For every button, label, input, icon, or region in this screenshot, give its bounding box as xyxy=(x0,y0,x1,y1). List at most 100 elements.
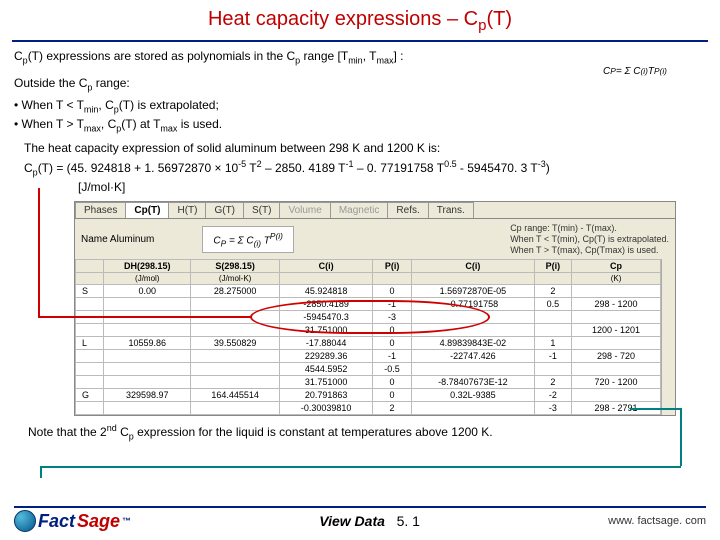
cell xyxy=(571,285,661,298)
cell: 0 xyxy=(373,376,411,389)
range-note: Cp range: T(min) - T(max).When T < T(min… xyxy=(510,223,669,255)
cell xyxy=(104,298,191,311)
cell: -3 xyxy=(534,402,571,415)
globe-icon xyxy=(14,510,36,532)
example-line-1: The heat capacity expression of solid al… xyxy=(24,140,706,156)
cell xyxy=(104,311,191,324)
col-header: P(i) xyxy=(534,260,571,273)
example-block: The heat capacity expression of solid al… xyxy=(24,140,706,195)
col-header: (K) xyxy=(571,273,661,285)
col-header xyxy=(279,273,372,285)
col-header: Cp xyxy=(571,260,661,273)
col-header xyxy=(373,273,411,285)
cell: -1 xyxy=(373,298,411,311)
cell: 1200 - 1201 xyxy=(571,324,661,337)
cell: 4.89839843E-02 xyxy=(411,337,534,350)
cell: 720 - 1200 xyxy=(571,376,661,389)
table-row: S0.0028.27500045.92481801.56972870E-052 xyxy=(76,285,661,298)
cell: -5945470.3 xyxy=(279,311,372,324)
col-header: C(i) xyxy=(411,260,534,273)
col-header xyxy=(534,273,571,285)
cell: 229289.36 xyxy=(279,350,372,363)
cell: 0 xyxy=(373,337,411,350)
table-row: -2850.4189-1-0.771917580.5298 - 1200 xyxy=(76,298,661,311)
cell xyxy=(76,402,104,415)
cell xyxy=(411,402,534,415)
table-row: -0.300398102 -3298 - 2791 xyxy=(76,402,661,415)
cell: 2 xyxy=(534,376,571,389)
cell xyxy=(191,376,280,389)
teal-line-3 xyxy=(40,466,681,468)
cell xyxy=(191,324,280,337)
footer-url: www. factsage. com xyxy=(608,515,706,527)
tab-st[interactable]: S(T) xyxy=(243,202,280,218)
bullet-t-greater-tmax: • When T > Tmax, Cp(T) at Tmax is used. xyxy=(14,116,706,135)
cell xyxy=(411,311,534,324)
tab-magnetic[interactable]: Magnetic xyxy=(330,202,389,218)
scrollbar-stub[interactable] xyxy=(661,259,675,415)
cell xyxy=(411,324,534,337)
cell: 164.445514 xyxy=(191,389,280,402)
table-row: 31.7510000 1200 - 1201 xyxy=(76,324,661,337)
cell: 0 xyxy=(373,285,411,298)
tab-volume[interactable]: Volume xyxy=(279,202,330,218)
cell: 1.56972870E-05 xyxy=(411,285,534,298)
cell: -1 xyxy=(534,350,571,363)
cell: 28.275000 xyxy=(191,285,280,298)
cell: 0.32L-9385 xyxy=(411,389,534,402)
col-header: DH(298.15) xyxy=(104,260,191,273)
tab-gt[interactable]: G(T) xyxy=(205,202,244,218)
col-header: (J/mol) xyxy=(104,273,191,285)
cell xyxy=(534,311,571,324)
cell: G xyxy=(76,389,104,402)
cell: -0.77191758 xyxy=(411,298,534,311)
cell: -22747.426 xyxy=(411,350,534,363)
cell xyxy=(571,337,661,350)
cp-data-table: DH(298.15)S(298.15)C(i)P(i)C(i)P(i)Cp(J/… xyxy=(75,259,661,415)
cell: 31.751000 xyxy=(279,376,372,389)
tab-refs[interactable]: Refs. xyxy=(387,202,428,218)
cell: 0 xyxy=(373,324,411,337)
table-row: 31.7510000-8.78407673E-122720 - 1200 xyxy=(76,376,661,389)
cell xyxy=(571,311,661,324)
cell: 298 - 2791 xyxy=(571,402,661,415)
cell xyxy=(191,363,280,376)
cell: 39.550829 xyxy=(191,337,280,350)
footer-rule xyxy=(14,506,706,508)
cell: -0.5 xyxy=(373,363,411,376)
cell: 31.751000 xyxy=(279,324,372,337)
factsage-logo: FactSage™ xyxy=(14,510,131,532)
cell xyxy=(104,363,191,376)
example-line-2: Cp(T) = (45. 924818 + 1. 56972870 × 10-5… xyxy=(24,158,706,179)
data-panel: PhasesCp(T)H(T)G(T)S(T)VolumeMagneticRef… xyxy=(74,201,676,416)
tab-trans[interactable]: Trans. xyxy=(428,202,474,218)
cell: S xyxy=(76,285,104,298)
cell xyxy=(534,363,571,376)
cell xyxy=(191,311,280,324)
panel-header-row: Name Aluminum CP = Σ C(i) TP(i) Cp range… xyxy=(75,219,675,259)
cell xyxy=(571,363,661,376)
cell: 4544.5952 xyxy=(279,363,372,376)
tab-phases[interactable]: Phases xyxy=(75,202,126,218)
cell xyxy=(104,324,191,337)
cell xyxy=(76,350,104,363)
slide-title: Heat capacity expressions – Cp(T) xyxy=(0,0,720,38)
cell xyxy=(191,298,280,311)
tab-cpt[interactable]: Cp(T) xyxy=(125,202,169,218)
tab-ht[interactable]: H(T) xyxy=(168,202,206,218)
cell xyxy=(191,402,280,415)
cell: 2 xyxy=(373,402,411,415)
cell xyxy=(104,350,191,363)
mini-formula: CP = Σ C(i) TP(i) xyxy=(202,226,293,253)
table-row: 4544.5952-0.5 xyxy=(76,363,661,376)
cell xyxy=(534,324,571,337)
cell: -1 xyxy=(373,350,411,363)
cell: 0 xyxy=(373,389,411,402)
cell: 45.924818 xyxy=(279,285,372,298)
cell xyxy=(104,402,191,415)
footer-center: View Data 5. 1 xyxy=(319,513,420,529)
cell: -0.30039810 xyxy=(279,402,372,415)
cell: 0.5 xyxy=(534,298,571,311)
cp-sum-formula: CP = Σ C(i) TP(i) xyxy=(570,50,700,92)
cell: -17.88044 xyxy=(279,337,372,350)
